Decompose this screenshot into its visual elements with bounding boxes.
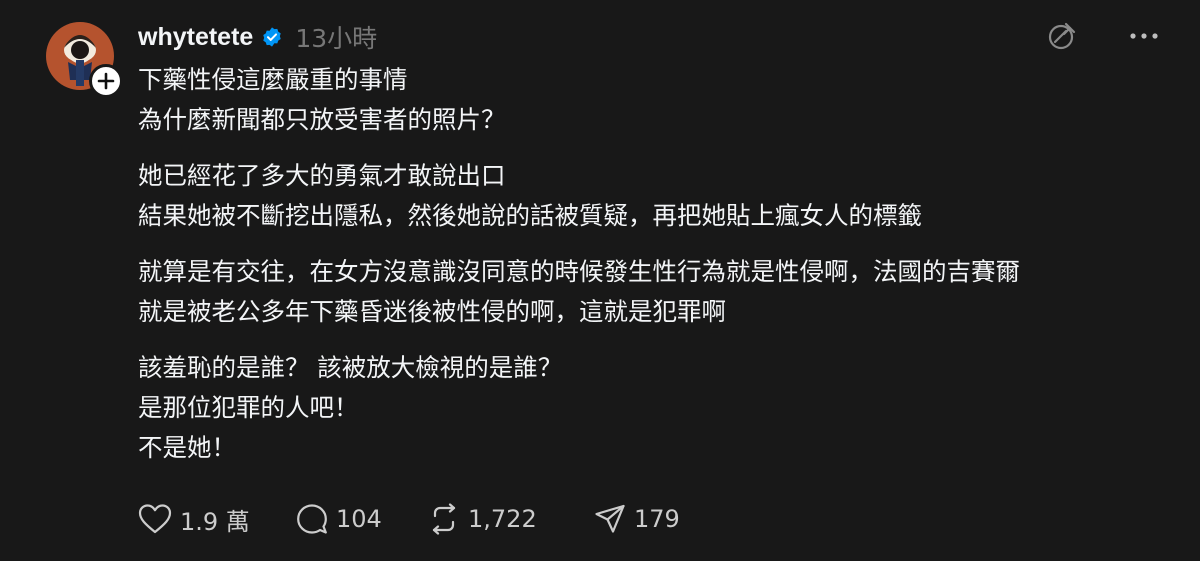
share-button[interactable]: 179 xyxy=(594,503,714,535)
comment-count: 104 xyxy=(336,505,382,533)
post-text-line: 為什麼新聞都只放受害者的照片？ xyxy=(138,105,506,134)
post-text-line: 不是她！ xyxy=(138,433,236,462)
username-link[interactable]: whytetete xyxy=(138,23,253,52)
post-header: whytetete 13小時 xyxy=(138,18,377,56)
post-paragraph: 就算是有交往，在女方沒意識沒同意的時候發生性行為就是性侵啊，法國的吉賽爾 就是被… xyxy=(138,252,1178,332)
post-text-line: 她已經花了多大的勇氣才敢說出口 xyxy=(138,161,506,190)
post-text-line: 結果她被不斷挖出隱私，然後她說的話被質疑，再把她貼上瘋女人的標籤 xyxy=(138,201,922,230)
translate-icon[interactable] xyxy=(1044,18,1080,54)
share-icon xyxy=(595,504,625,533)
post-action-bar: 1.9 萬 104 1,722 179 xyxy=(138,498,714,540)
comment-button[interactable]: 104 xyxy=(296,503,428,535)
comment-icon xyxy=(297,504,327,534)
post-text-line: 該羞恥的是誰？ 該被放大檢視的是誰？ xyxy=(138,353,563,382)
avatar-container xyxy=(46,22,123,98)
post-paragraph: 下藥性侵這麼嚴重的事情 為什麼新聞都只放受害者的照片？ xyxy=(138,60,1178,140)
post-text-line: 就算是有交往，在女方沒意識沒同意的時候發生性行為就是性侵啊，法國的吉賽爾 xyxy=(138,257,1020,286)
thread-post: whytetete 13小時 下藥性侵這麼嚴重的事情 為什麼新聞都只放受害者的照… xyxy=(0,0,1200,561)
follow-button[interactable] xyxy=(89,64,123,98)
verified-badge-icon xyxy=(261,26,283,48)
post-text-line: 是那位犯罪的人吧！ xyxy=(138,393,359,422)
like-count: 1.9 萬 xyxy=(180,507,250,536)
like-button[interactable]: 1.9 萬 xyxy=(138,502,296,537)
heart-icon xyxy=(138,504,172,534)
plus-icon xyxy=(97,72,115,90)
post-body: 下藥性侵這麼嚴重的事情 為什麼新聞都只放受害者的照片？ 她已經花了多大的勇氣才敢… xyxy=(138,60,1178,468)
post-top-actions xyxy=(1044,18,1162,54)
post-text-line: 下藥性侵這麼嚴重的事情 xyxy=(138,65,408,94)
post-text-line: 就是被老公多年下藥昏迷後被性侵的啊，這就是犯罪啊 xyxy=(138,297,726,326)
more-icon[interactable] xyxy=(1126,18,1162,54)
post-paragraph: 該羞恥的是誰？ 該被放大檢視的是誰？ 是那位犯罪的人吧！ 不是她！ xyxy=(138,348,1178,468)
repost-icon xyxy=(432,503,456,535)
repost-button[interactable]: 1,722 xyxy=(428,503,594,535)
post-timestamp: 13小時 xyxy=(295,24,378,53)
repost-count: 1,722 xyxy=(468,505,537,533)
share-count: 179 xyxy=(634,505,680,533)
post-paragraph: 她已經花了多大的勇氣才敢說出口 結果她被不斷挖出隱私，然後她說的話被質疑，再把她… xyxy=(138,156,1178,236)
